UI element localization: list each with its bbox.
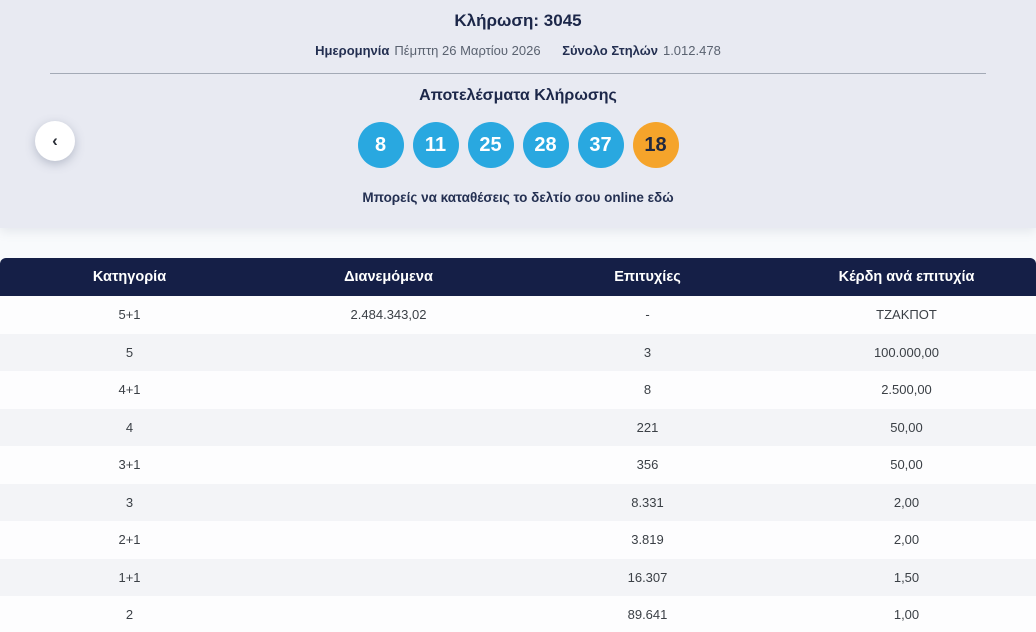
table-cell-category: 5+1 bbox=[118, 307, 141, 323]
prize-table-column-header: Κέρδη ανά επιτυχία bbox=[838, 269, 975, 285]
table-cell-winners: 8.331 bbox=[631, 494, 664, 510]
draw-meta: Ημερομηνία Πέμπτη 26 Μαρτίου 2026 Σύνολο … bbox=[0, 43, 1036, 58]
table-row: 5 3 100.000,00 bbox=[0, 333, 1036, 371]
chevron-left-icon: ‹ bbox=[52, 130, 58, 150]
winning-number-ball: 8 bbox=[357, 122, 404, 168]
table-cell-prize: 1,00 bbox=[893, 607, 920, 623]
table-cell-category: 4+1 bbox=[118, 382, 141, 398]
draw-results-page: Κλήρωση: 3045 Ημερομηνία Πέμπτη 26 Μαρτίο… bbox=[0, 0, 1036, 632]
draw-title: Κλήρωση: 3045 bbox=[454, 11, 582, 30]
draw-date-label: Ημερομηνία bbox=[315, 43, 390, 58]
prize-table-column-header: Κατηγορία bbox=[92, 269, 167, 285]
table-cell-winners: 3.819 bbox=[631, 532, 664, 548]
table-row: 2+1 3.819 2,00 bbox=[0, 521, 1036, 559]
winning-number-ball: 37 bbox=[577, 122, 624, 168]
draw-date: Ημερομηνία Πέμπτη 26 Μαρτίου 2026 bbox=[315, 43, 540, 58]
draw-summary-panel: Κλήρωση: 3045 Ημερομηνία Πέμπτη 26 Μαρτίο… bbox=[0, 0, 1036, 228]
divider bbox=[50, 73, 986, 74]
table-cell-winners: 3 bbox=[643, 344, 652, 360]
total-columns: Σύνολο Στηλών 1.012.478 bbox=[562, 43, 721, 58]
table-cell-prize: 50,00 bbox=[890, 419, 923, 435]
prize-table-body: 5+1 2.484.343,02 - ΤΖΑΚΠΟΤ 5 3 100.000,00 4+1 8 2… bbox=[0, 296, 1036, 632]
table-row: 3+1 356 50,00 bbox=[0, 446, 1036, 484]
winning-numbers: 8 11 25 28 37 18 bbox=[0, 122, 1036, 168]
total-columns-value: 1.012.478 bbox=[662, 43, 721, 58]
table-cell-category: 3 bbox=[125, 494, 134, 510]
table-row: 4 221 50,00 bbox=[0, 408, 1036, 446]
table-cell-prize: 100.000,00 bbox=[873, 344, 940, 360]
table-cell-prize: 2,00 bbox=[893, 532, 920, 548]
table-cell-category: 3+1 bbox=[118, 457, 141, 473]
table-cell-prize: 2.500,00 bbox=[881, 382, 932, 398]
table-cell-category: 4 bbox=[125, 419, 134, 435]
bonus-number-ball: 18 bbox=[632, 122, 679, 168]
table-cell-winners: 89.641 bbox=[627, 607, 668, 623]
table-row: 1+1 16.307 1,50 bbox=[0, 558, 1036, 596]
table-cell-winners: - bbox=[645, 307, 650, 323]
previous-draw-button[interactable]: ‹ bbox=[35, 121, 75, 161]
table-cell-prize: 1,50 bbox=[893, 569, 920, 585]
prize-table: Κατηγορία Διανεμόμενα Επιτυχίες Κέρδη ανά ε… bbox=[0, 258, 1036, 632]
table-row: 5+1 2.484.343,02 - ΤΖΑΚΠΟΤ bbox=[0, 296, 1036, 334]
prize-table-column-header: Επιτυχίες bbox=[614, 269, 681, 285]
total-columns-label: Σύνολο Στηλών bbox=[562, 43, 658, 58]
prize-table-column-header: Διανεμόμενα bbox=[344, 269, 433, 285]
table-cell-prize: ΤΖΑΚΠΟΤ bbox=[876, 307, 937, 323]
table-cell-prize: 50,00 bbox=[890, 457, 923, 473]
winning-number-ball: 28 bbox=[522, 122, 569, 168]
table-cell-distributed: 2.484.343,02 bbox=[350, 307, 427, 323]
table-cell-category: 2 bbox=[125, 607, 134, 623]
winning-number-ball: 25 bbox=[467, 122, 514, 168]
table-row: 3 8.331 2,00 bbox=[0, 483, 1036, 521]
draw-date-value: Πέμπτη 26 Μαρτίου 2026 bbox=[394, 43, 541, 58]
table-cell-prize: 2,00 bbox=[893, 494, 920, 510]
table-cell-category: 5 bbox=[125, 344, 134, 360]
table-row: 4+1 8 2.500,00 bbox=[0, 371, 1036, 409]
submit-online-link[interactable]: Μπορείς να καταθέσεις το δελτίο σου onli… bbox=[362, 190, 673, 205]
prize-table-header: Κατηγορία Διανεμόμενα Επιτυχίες Κέρδη ανά ε… bbox=[0, 258, 1036, 296]
table-cell-winners: 16.307 bbox=[627, 569, 668, 585]
winning-number-ball: 11 bbox=[412, 122, 459, 168]
results-heading: Αποτελέσματα Κλήρωσης bbox=[419, 87, 617, 104]
table-cell-winners: 221 bbox=[636, 419, 659, 435]
table-cell-category: 2+1 bbox=[118, 532, 141, 548]
table-cell-winners: 8 bbox=[643, 382, 652, 398]
table-row: 2 89.641 1,00 bbox=[0, 596, 1036, 632]
table-cell-category: 1+1 bbox=[118, 569, 141, 585]
table-cell-winners: 356 bbox=[636, 457, 659, 473]
